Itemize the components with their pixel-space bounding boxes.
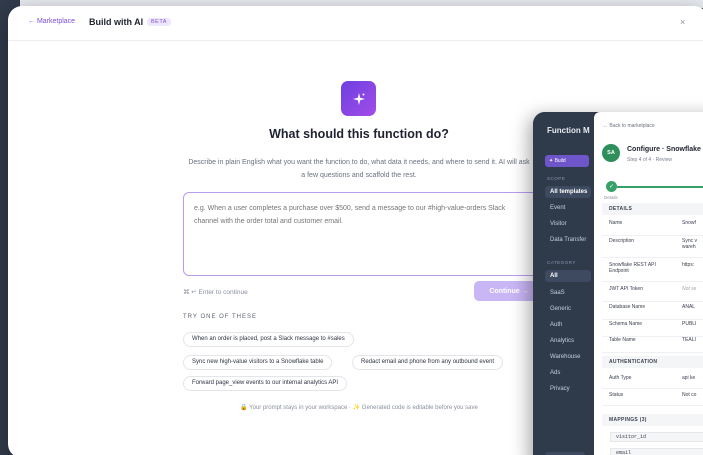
page-title: What should this function do? — [269, 127, 449, 141]
auth-row: Auth Type api ke — [602, 375, 703, 389]
sidebar-item-privacy[interactable]: Privacy — [545, 383, 591, 395]
detail-value: Snowf — [682, 220, 696, 226]
privacy-footer-note: 🔒 Your prompt stays in your workspace · … — [240, 405, 478, 411]
scope-label: SCOPE — [547, 176, 566, 181]
detail-key: Snowflake REST API Endpoint — [609, 262, 656, 274]
sidebar-item-data-transfer[interactable]: Data Transfer — [545, 234, 591, 246]
sidebar-item-visitor[interactable]: Visitor — [545, 218, 591, 230]
detail-row: Name Snowf — [602, 220, 703, 236]
function-prompt-input[interactable] — [183, 192, 539, 276]
suggestions-label: TRY ONE OF THESE — [183, 314, 258, 320]
suggestion-chip[interactable]: Redact email and phone from any outbound… — [352, 355, 504, 370]
sidebar-item-ads[interactable]: Ads — [545, 367, 591, 379]
progress-bar — [617, 186, 703, 188]
detail-key: Name — [609, 220, 623, 226]
detail-key: Schema Name — [609, 321, 643, 327]
auth-key: Auth Type — [609, 375, 632, 381]
modal-header: ← Marketplace Build with AI BETA × — [8, 6, 703, 41]
auth-value: api ke — [682, 375, 696, 381]
detail-value: Sync v wareh — [682, 238, 698, 250]
suggestion-chip[interactable]: Forward page_view events to our internal… — [183, 376, 348, 391]
sidebar-item-saas[interactable]: SaaS — [545, 287, 591, 299]
step-indicator: Step 4 of 4 · Review — [627, 157, 673, 163]
details-section-header: DETAILS — [602, 203, 703, 215]
sidebar-item-auth[interactable]: Auth — [545, 319, 591, 331]
detail-value: TEALI — [682, 337, 696, 343]
sidebar-item-event[interactable]: Event — [545, 202, 591, 214]
avatar: SA — [602, 144, 620, 162]
detail-value: Not se — [682, 286, 697, 292]
sidebar-item-all[interactable]: All — [545, 270, 591, 282]
suggestion-chip[interactable]: When an order is placed, post a Slack me… — [183, 332, 354, 347]
build-with-ai-button[interactable]: ✦ Build — [545, 155, 589, 167]
auth-row: Status Not co — [602, 392, 703, 406]
mapping-field[interactable]: email — [610, 448, 703, 455]
configure-title: Configure · Snowflake — [627, 146, 701, 153]
sparkle-icon — [341, 81, 376, 116]
modal-title: Build with AI — [89, 17, 144, 27]
auth-value: Not co — [682, 392, 697, 398]
detail-row: Database Name ANAL — [602, 304, 703, 320]
auth-key: Status — [609, 392, 624, 398]
close-icon[interactable]: × — [680, 17, 685, 27]
detail-row: JWT API Token Not se — [602, 286, 703, 302]
detail-row: Description Sync v wareh — [602, 238, 703, 258]
beta-badge: BETA — [147, 18, 171, 26]
progress-step-label: Details — [604, 195, 618, 200]
mappings-section-header: MAPPINGS (3) — [602, 414, 703, 426]
configure-panel: ← Back to marketplace SA Configure · Sno… — [594, 112, 703, 455]
mapping-field[interactable]: visitor_id — [610, 432, 703, 442]
function-sidebar: Function M ✦ Build SCOPE All templates E… — [533, 112, 594, 455]
authentication-section-header: AUTHENTICATION — [602, 356, 703, 368]
page-description: Describe in plain English what you want … — [188, 159, 530, 179]
detail-value: https: — [682, 262, 695, 268]
category-label: CATEGORY — [547, 260, 576, 265]
sidebar-item-warehouse[interactable]: Warehouse — [545, 351, 591, 363]
enter-shortcut-hint: ⌘ ↵ Enter to continue — [183, 289, 248, 296]
detail-row: Snowflake REST API Endpoint https: — [602, 262, 703, 282]
suggestion-chip[interactable]: Sync new high-value visitors to a Snowfl… — [183, 355, 333, 370]
detail-key: Database Name — [609, 304, 646, 310]
sidebar-item-generic[interactable]: Generic — [545, 303, 591, 315]
detail-key: Description — [609, 238, 635, 244]
configure-window: Function M ✦ Build SCOPE All templates E… — [533, 112, 703, 455]
detail-key: JWT API Token — [609, 286, 643, 292]
sidebar-item-analytics[interactable]: Analytics — [545, 335, 591, 347]
detail-value: PUBLI — [682, 321, 697, 327]
check-icon: ✓ — [606, 181, 617, 192]
back-to-marketplace-link[interactable]: ← Back to marketplace — [603, 123, 655, 129]
sidebar-item-all-templates[interactable]: All templates — [545, 186, 591, 198]
sidebar-title: Function M — [547, 126, 590, 135]
back-to-marketplace-link[interactable]: ← Marketplace — [28, 18, 75, 25]
detail-row: Table Name TEALI — [602, 337, 703, 353]
detail-row: Schema Name PUBLI — [602, 321, 703, 337]
detail-value: ANAL — [682, 304, 696, 310]
detail-key: Table Name — [609, 337, 636, 343]
